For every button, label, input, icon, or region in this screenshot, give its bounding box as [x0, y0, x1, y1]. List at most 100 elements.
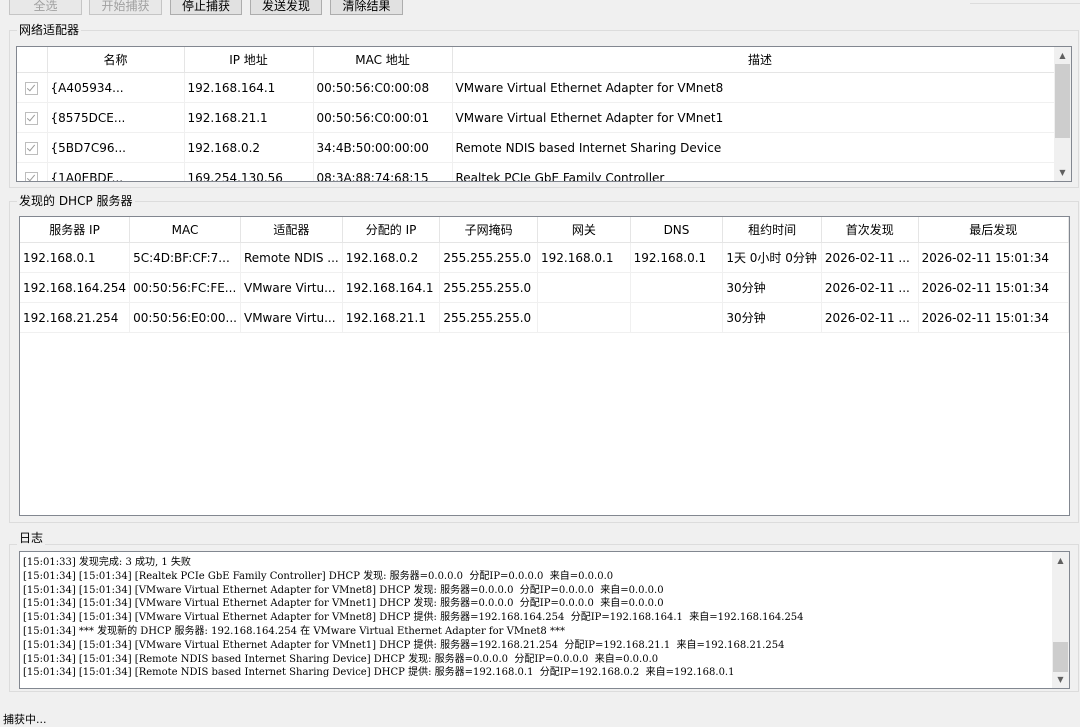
adapter-checkbox-cell	[17, 102, 48, 133]
log-line: [15:01:34] [15:01:34] [VMware Virtual Et…	[23, 598, 664, 610]
dhcp-column-header[interactable]: 最后发现	[918, 217, 1069, 243]
dhcp-cell: 192.168.0.1	[537, 242, 631, 273]
dhcp-cell	[537, 302, 631, 333]
adapters-scrollbar[interactable]: ▲ ▼	[1054, 47, 1071, 181]
dhcp-cell: 2026-02-11 15:01:34	[918, 302, 1069, 333]
log-textarea[interactable]: [15:01:33] 发现完成: 3 成功, 1 失败 [15:01:34] [1…	[19, 551, 1070, 689]
adapter-mac-cell: 00:50:56:C0:00:08	[313, 72, 453, 103]
adapter-checkbox-cell	[17, 162, 48, 181]
dhcp-cell	[630, 272, 724, 303]
dhcp-cell: 192.168.0.2	[342, 242, 441, 273]
dhcp-row[interactable]: 192.168.0.1 5C:4D:BF:CF:7... Remote NDIS .…	[20, 242, 1069, 273]
log-line: [15:01:34] [15:01:34] [Remote NDIS based…	[23, 667, 735, 679]
log-content: [15:01:33] 发现完成: 3 成功, 1 失败 [15:01:34] [1…	[20, 556, 1052, 680]
scroll-down-icon[interactable]: ▼	[1052, 671, 1069, 688]
dhcp-cell: 192.168.0.1	[20, 242, 131, 273]
adapter-row[interactable]: {5BD7C96... 192.168.0.2 34:4B:50:00:00:00 R…	[17, 132, 1069, 163]
adapter-name-cell: {5BD7C96...	[47, 132, 185, 163]
scroll-down-icon[interactable]: ▼	[1054, 164, 1071, 181]
dhcp-group-label: 发现的 DHCP 服务器	[17, 194, 135, 208]
adapter-row[interactable]: {A405934... 192.168.164.1 00:50:56:C0:00:0…	[17, 72, 1069, 103]
dhcp-cell: 00:50:56:E0:00...	[129, 302, 241, 333]
dhcp-cell	[537, 272, 631, 303]
scroll-up-icon[interactable]: ▲	[1054, 47, 1071, 64]
dhcp-cell: 192.168.164.1	[342, 272, 441, 303]
dhcp-cell: 2026-02-11 ...	[821, 302, 919, 333]
adapters-col-desc[interactable]: 描述	[452, 47, 1069, 73]
adapter-mac-cell: 00:50:56:C0:00:01	[313, 102, 453, 133]
log-line: [15:01:34] [15:01:34] [VMware Virtual Et…	[23, 639, 785, 651]
dhcp-list[interactable]: 服务器 IP MAC 适配器 分配的 IP 子网掩码 网关 DNS 租约时间 首次发现 最后发现 …	[19, 216, 1070, 516]
dhcp-cell: 192.168.21.1	[342, 302, 441, 333]
dhcp-cell: 1天 0小时 0分钟	[722, 242, 822, 273]
dhcp-column-header[interactable]: MAC	[129, 217, 241, 243]
scroll-up-icon[interactable]: ▲	[1052, 552, 1069, 569]
dhcp-column-header[interactable]: 租约时间	[722, 217, 822, 243]
dhcp-column-header[interactable]: 服务器 IP	[20, 217, 131, 243]
adapter-name-cell: {A405934...	[47, 72, 185, 103]
log-line: [15:01:34] [15:01:34] [VMware Virtual Et…	[23, 584, 664, 596]
dhcp-row[interactable]: 192.168.21.254 00:50:56:E0:00... VMware Vi…	[20, 302, 1069, 333]
adapters-col-name[interactable]: 名称	[47, 47, 185, 73]
log-line: [15:01:34] [15:01:34] [VMware Virtual Et…	[23, 612, 804, 624]
dhcp-row[interactable]: 192.168.164.254 00:50:56:FC:FE... VMware V…	[20, 272, 1069, 303]
dhcp-cell: Remote NDIS ...	[240, 242, 343, 273]
adapter-row[interactable]: {1A0EBDF... 169.254.130.56 08:3A:88:74:68:…	[17, 162, 1069, 181]
clear-results-button[interactable]: 清除结果	[330, 0, 403, 15]
adapters-col-mac[interactable]: MAC 地址	[313, 47, 453, 73]
adapters-col-check	[17, 47, 48, 73]
dhcp-cell: 2026-02-11 ...	[821, 272, 919, 303]
send-discover-button[interactable]: 发送发现	[250, 0, 322, 15]
dhcp-cell: 30分钟	[722, 272, 822, 303]
adapter-ip-cell: 169.254.130.56	[184, 162, 314, 181]
dhcp-cell: 255.255.255.0	[439, 242, 538, 273]
adapter-checkbox[interactable]	[25, 141, 39, 155]
adapters-header-row: 名称 IP 地址 MAC 地址 描述	[17, 47, 1069, 73]
adapter-desc-cell: Remote NDIS based Internet Sharing Devic…	[452, 132, 1069, 163]
adapter-ip-cell: 192.168.164.1	[184, 72, 314, 103]
adapter-checkbox[interactable]	[25, 171, 39, 181]
dhcp-column-header[interactable]: 子网掩码	[439, 217, 538, 243]
scroll-thumb[interactable]	[1053, 642, 1068, 672]
dhcp-cell	[630, 302, 724, 333]
window-edge	[970, 0, 1080, 4]
dhcp-cell: 5C:4D:BF:CF:7...	[129, 242, 241, 273]
log-line: [15:01:34] *** 发现新的 DHCP 服务器: 192.168.16…	[23, 625, 565, 637]
adapter-name-cell: {8575DCE...	[47, 102, 185, 133]
adapters-col-ip[interactable]: IP 地址	[184, 47, 314, 73]
dhcp-cell: 30分钟	[722, 302, 822, 333]
dhcp-column-header[interactable]: 适配器	[240, 217, 343, 243]
dhcp-cell: 255.255.255.0	[439, 302, 538, 333]
adapter-desc-cell: VMware Virtual Ethernet Adapter for VMne…	[452, 72, 1069, 103]
stop-capture-button[interactable]: 停止捕获	[170, 0, 242, 15]
log-line: [15:01:34] [15:01:34] [Realtek PCIe GbE …	[23, 570, 614, 582]
dhcp-header-row: 服务器 IP MAC 适配器 分配的 IP 子网掩码 网关 DNS 租约时间 首次发现 最后发现	[20, 217, 1069, 243]
log-line: [15:01:33] 发现完成: 3 成功, 1 失败	[23, 557, 191, 568]
select-all-button[interactable]: 全选	[9, 0, 82, 15]
start-capture-button[interactable]: 开始捕获	[89, 0, 162, 15]
adapters-list[interactable]: 名称 IP 地址 MAC 地址 描述 {A405934... 192.168.16…	[16, 46, 1072, 182]
scroll-thumb[interactable]	[1055, 64, 1070, 138]
adapter-ip-cell: 192.168.0.2	[184, 132, 314, 163]
log-line: [15:01:34] [15:01:34] [Remote NDIS based…	[23, 653, 659, 665]
dhcp-column-header[interactable]: 首次发现	[821, 217, 919, 243]
adapter-row[interactable]: {8575DCE... 192.168.21.1 00:50:56:C0:00:01…	[17, 102, 1069, 133]
adapter-name-cell: {1A0EBDF...	[47, 162, 185, 181]
dhcp-cell: 2026-02-11 15:01:34	[918, 272, 1069, 303]
dhcp-cell: 192.168.21.254	[20, 302, 131, 333]
adapter-checkbox[interactable]	[25, 111, 39, 125]
adapter-checkbox-cell	[17, 132, 48, 163]
dhcp-cell: 192.168.164.254	[20, 272, 131, 303]
dhcp-column-header[interactable]: DNS	[630, 217, 724, 243]
dhcp-cell: 2026-02-11 ...	[821, 242, 919, 273]
dhcp-cell: VMware Virtu...	[240, 302, 343, 333]
log-scrollbar[interactable]: ▲ ▼	[1052, 552, 1069, 688]
dhcp-cell: 192.168.0.1	[630, 242, 724, 273]
dhcp-column-header[interactable]: 网关	[537, 217, 631, 243]
adapter-checkbox[interactable]	[25, 81, 39, 95]
dhcp-cell: VMware Virtu...	[240, 272, 343, 303]
dhcp-column-header[interactable]: 分配的 IP	[342, 217, 441, 243]
dhcp-cell: 00:50:56:FC:FE...	[129, 272, 241, 303]
adapter-checkbox-cell	[17, 72, 48, 103]
dhcp-table: 服务器 IP MAC 适配器 分配的 IP 子网掩码 网关 DNS 租约时间 首次发现 最后发现 …	[20, 217, 1069, 333]
